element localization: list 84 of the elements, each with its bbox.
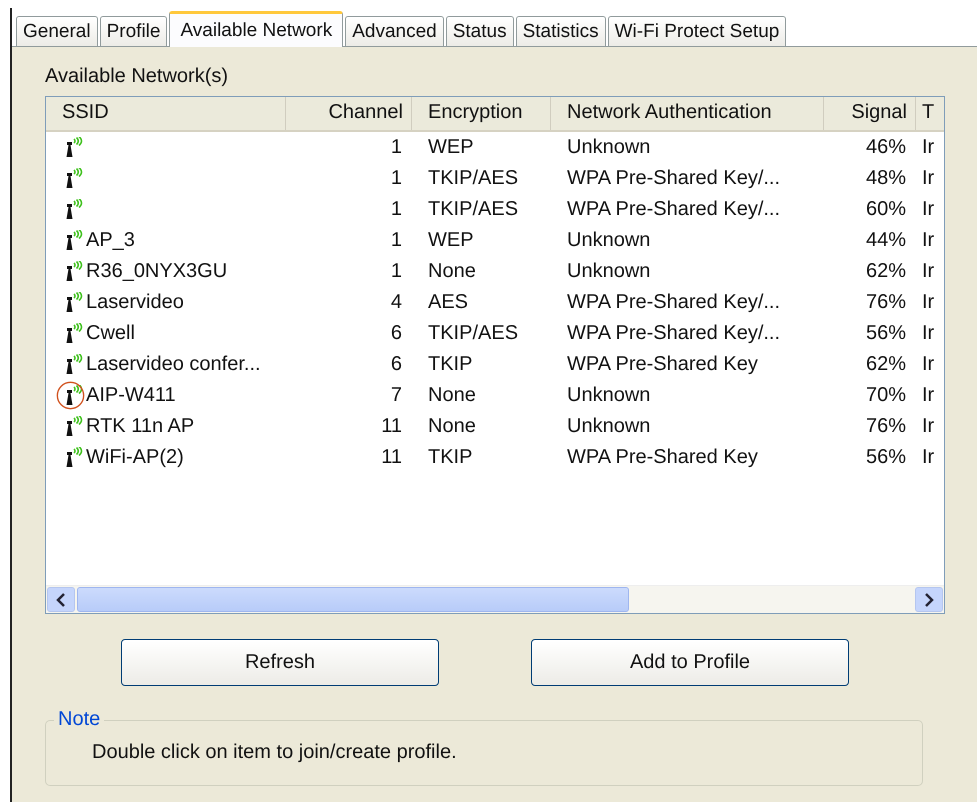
table-cell: None [428, 415, 476, 437]
tab[interactable]: Advanced [345, 16, 444, 46]
table-cell: Ir [922, 353, 934, 375]
tab[interactable]: Status [446, 16, 514, 46]
column-header[interactable]: SSID [46, 97, 286, 130]
table-cell: Ir [922, 167, 934, 189]
table-cell: 62% [866, 260, 906, 282]
column-header[interactable]: Network Authentication [551, 97, 824, 130]
table-cell: WPA Pre-Shared Key [567, 446, 758, 468]
table-cell: 7 [390, 384, 402, 406]
horizontal-scrollbar[interactable] [46, 585, 944, 613]
table-cell: Ir [922, 291, 934, 313]
table-cell: 60% [866, 198, 906, 220]
tab[interactable]: Statistics [516, 16, 606, 46]
table-cell: R36_0NYX3GU [86, 260, 228, 283]
table-cell: Laservideo confer... [86, 353, 261, 376]
table-cell: WEP [428, 229, 474, 251]
table-cell: WPA Pre-Shared Key [567, 353, 758, 375]
table-cell: 11 [381, 415, 402, 437]
column-header[interactable]: Channel [286, 97, 412, 130]
table-cell: 46% [866, 136, 906, 158]
scroll-right-button[interactable] [915, 587, 943, 612]
action-button[interactable]: Add to Profile [531, 639, 849, 686]
table-cell: RTK 11n AP [86, 415, 194, 438]
table-cell: None [428, 384, 476, 406]
table-cell: 4 [390, 291, 402, 313]
table-cell: Ir [922, 198, 934, 220]
table-cell: Ir [922, 136, 934, 158]
table-cell: 11 [381, 446, 402, 468]
table-cell: WPA Pre-Shared Key/... [567, 291, 780, 313]
table-cell: Cwell [86, 322, 135, 345]
table-cell: 6 [390, 353, 402, 375]
table-cell: AIP-W411 [86, 384, 176, 407]
table-cell: 76% [866, 291, 906, 313]
table-cell: 44% [866, 229, 906, 251]
table-cell: 1 [390, 229, 402, 251]
table-cell: Ir [922, 322, 934, 344]
table-cell: TKIP/AES [428, 198, 518, 220]
column-header[interactable]: Encryption [412, 97, 551, 130]
table-cell: TKIP/AES [428, 167, 518, 189]
table-cell: None [428, 260, 476, 282]
table-cell: Laservideo [86, 291, 184, 314]
tab[interactable]: General [16, 16, 98, 46]
column-header[interactable]: Signal [824, 97, 916, 130]
table-cell: 1 [390, 260, 402, 282]
table-cell: Ir [922, 260, 934, 282]
table-cell: 1 [390, 136, 402, 158]
table-cell: 62% [866, 353, 906, 375]
table-cell: Unknown [567, 415, 650, 437]
table-cell: WiFi-AP(2) [86, 446, 184, 469]
table-cell: Unknown [567, 136, 650, 158]
tab[interactable]: Wi-Fi Protect Setup [608, 16, 786, 46]
tab[interactable]: Profile [100, 16, 168, 46]
table-cell: Ir [922, 446, 934, 468]
table-cell: WPA Pre-Shared Key/... [567, 198, 780, 220]
table-cell: Ir [922, 415, 934, 437]
table-cell: AP_3 [86, 229, 135, 252]
table-cell: 1 [390, 198, 402, 220]
table-cell: WPA Pre-Shared Key/... [567, 167, 780, 189]
table-cell: WPA Pre-Shared Key/... [567, 322, 780, 344]
scroll-left-button[interactable] [47, 587, 75, 612]
table-cell: TKIP [428, 446, 472, 468]
table-cell: TKIP [428, 353, 472, 375]
action-button[interactable]: Refresh [121, 639, 439, 686]
table-cell: AES [428, 291, 468, 313]
note-text: Double click on item to join/create profile. [92, 741, 457, 764]
table-cell: 56% [866, 322, 906, 344]
table-cell: TKIP/AES [428, 322, 518, 344]
table-cell: 1 [390, 167, 402, 189]
table-cell: Unknown [567, 260, 650, 282]
tab[interactable]: Available Network [169, 11, 344, 47]
table-cell: Unknown [567, 384, 650, 406]
table-cell: 6 [390, 322, 402, 344]
table-cell: Ir [922, 229, 934, 251]
section-label: Available Network(s) [45, 65, 230, 88]
table-cell: WEP [428, 136, 474, 158]
table-cell: Unknown [567, 229, 650, 251]
column-header[interactable]: T [916, 97, 943, 130]
table-cell: Ir [922, 384, 934, 406]
table-cell: 76% [866, 415, 906, 437]
scroll-thumb[interactable] [77, 587, 629, 612]
table-cell: 70% [866, 384, 906, 406]
table-cell: 48% [866, 167, 906, 189]
table-cell: 56% [866, 446, 906, 468]
